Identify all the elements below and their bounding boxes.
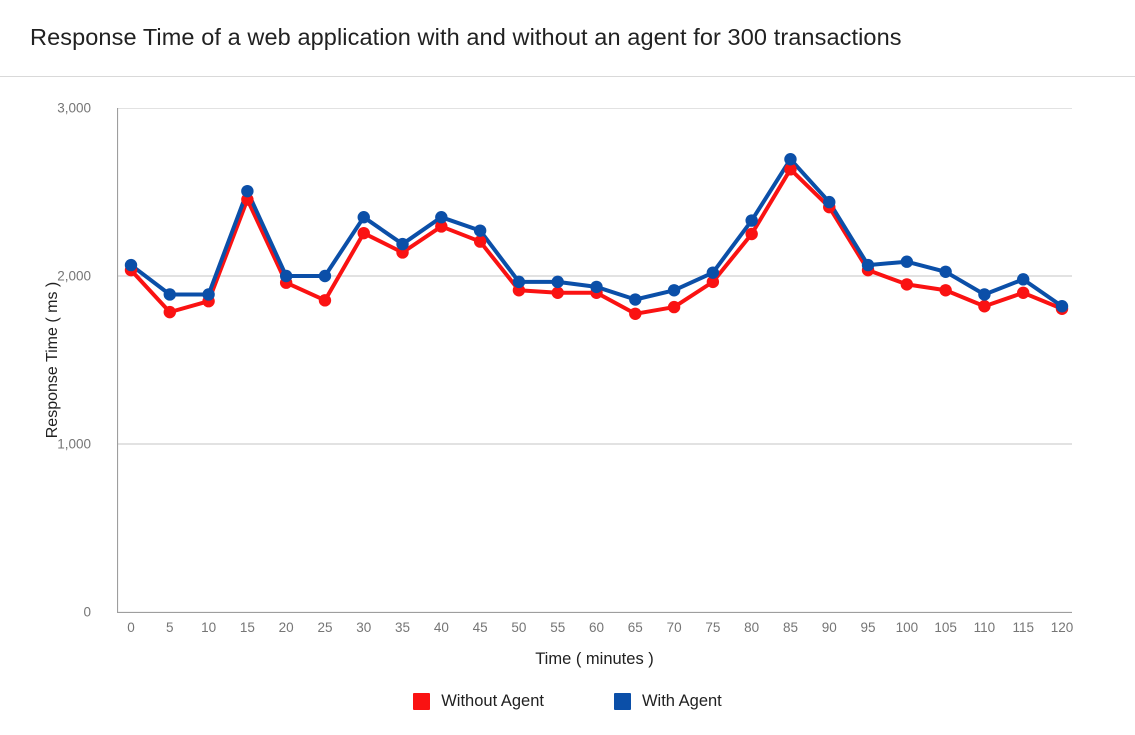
legend-label: With Agent	[641, 692, 722, 710]
y-tick-label: 2,000	[57, 268, 91, 284]
y-tick-label: 3,000	[57, 100, 91, 116]
x-tick-label: 105	[934, 620, 957, 635]
y-tick-label: 1,000	[57, 436, 91, 452]
data-point	[1055, 300, 1069, 313]
chart-page: Response Time of a web application with …	[0, 0, 1135, 735]
x-tick-label: 40	[433, 620, 449, 635]
data-point	[473, 235, 487, 248]
data-point	[629, 293, 642, 306]
x-tick-label: 75	[705, 620, 721, 635]
page-title: Response Time of a web application with …	[30, 24, 902, 50]
data-point	[745, 227, 758, 241]
data-point	[784, 153, 797, 166]
legend-item[interactable]: With Agent	[613, 692, 722, 711]
data-point	[861, 258, 875, 272]
plot-area	[117, 108, 1072, 613]
data-point	[900, 255, 914, 268]
gridlines	[117, 108, 1072, 445]
data-point	[512, 275, 526, 289]
x-tick-label: 10	[201, 620, 217, 635]
data-point	[357, 211, 370, 224]
x-tick-label: 30	[356, 620, 372, 635]
x-tick-label: 120	[1050, 620, 1074, 635]
data-point	[241, 184, 254, 198]
data-point	[939, 284, 952, 297]
x-tick-label: 70	[666, 620, 682, 635]
data-point	[939, 265, 952, 278]
data-point	[396, 237, 409, 251]
data-point	[667, 284, 681, 297]
x-axis-title: Time ( minutes )	[535, 650, 654, 668]
axis-lines	[117, 108, 1072, 613]
x-tick-label: 35	[395, 620, 411, 635]
x-tick-label: 5	[166, 620, 174, 635]
x-tick-label: 0	[127, 620, 135, 635]
data-point	[435, 211, 448, 224]
chart-legend: Without Agent With Agent	[0, 692, 1135, 711]
x-tick-label: 65	[627, 620, 643, 635]
y-axis-title: Response Time ( ms )	[44, 281, 61, 439]
y-tick-label: 0	[83, 604, 91, 620]
x-tick-label: 110	[973, 620, 996, 635]
data-point	[978, 288, 991, 301]
data-point	[978, 300, 991, 313]
data-point	[551, 275, 564, 289]
x-tick-label: 60	[588, 620, 605, 635]
legend-swatch-icon	[613, 693, 631, 710]
data-point	[163, 288, 176, 301]
title-divider	[0, 76, 1135, 77]
x-tick-label: 20	[278, 620, 294, 635]
x-tick-label: 15	[239, 620, 255, 635]
data-point	[629, 307, 642, 320]
x-tick-label: 55	[550, 620, 566, 635]
legend-label: Without Agent	[441, 692, 544, 710]
legend-item[interactable]: Without Agent	[413, 692, 544, 711]
data-point	[124, 258, 138, 272]
data-point	[823, 195, 836, 209]
x-tick-label: 50	[511, 620, 527, 635]
x-tick-label: 95	[860, 620, 876, 635]
data-point	[667, 300, 681, 314]
legend-swatch-icon	[413, 693, 431, 710]
data-point	[357, 226, 370, 240]
data-point	[1017, 286, 1030, 299]
data-point	[163, 305, 176, 319]
data-point	[745, 214, 758, 227]
data-point	[706, 266, 720, 279]
x-tick-label: 25	[317, 620, 333, 635]
data-point	[1017, 273, 1030, 286]
data-point	[279, 269, 293, 283]
x-tick-label: 85	[782, 620, 798, 635]
x-tick-label: 100	[895, 620, 919, 635]
data-point	[590, 280, 603, 294]
x-tick-label: 80	[744, 620, 760, 635]
data-point	[473, 224, 487, 237]
data-series-layer	[124, 153, 1069, 320]
data-point	[318, 294, 332, 307]
line-chart-svg	[117, 108, 1072, 613]
data-point	[900, 278, 914, 291]
data-point	[318, 269, 332, 283]
x-tick-label: 115	[1012, 620, 1034, 635]
data-point	[202, 288, 215, 301]
x-tick-label: 90	[821, 620, 837, 635]
data-point	[551, 286, 564, 299]
x-tick-label: 45	[472, 620, 488, 635]
